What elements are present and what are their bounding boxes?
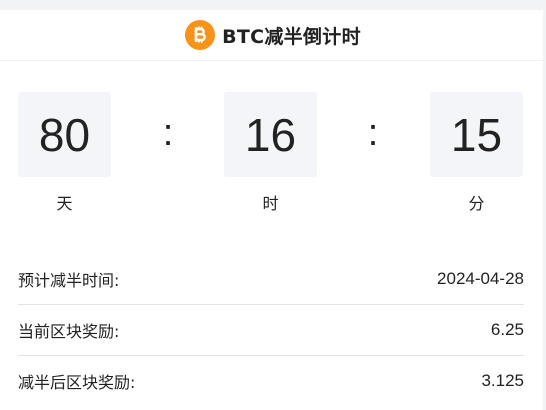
halving-info-list: 预计减半时间: 2024-04-28 当前区块奖励: 6.25 减半后区块奖励:… bbox=[18, 254, 524, 406]
bitcoin-icon bbox=[185, 20, 216, 50]
minutes-value: 15 bbox=[430, 92, 523, 177]
current-reward-label: 当前区块奖励: bbox=[18, 322, 120, 341]
current-reward-value: 6.25 bbox=[490, 320, 524, 339]
halving-date-label: 预计减半时间: bbox=[18, 271, 120, 290]
top-strip bbox=[0, 0, 546, 10]
minutes-unit: 15 分 bbox=[430, 92, 523, 214]
info-row-current-reward: 当前区块奖励: 6.25 bbox=[18, 305, 524, 356]
page-title: BTC减半倒计时 bbox=[222, 25, 361, 48]
info-row-halving-date: 预计减半时间: 2024-04-28 bbox=[18, 254, 524, 305]
separator-2: : bbox=[367, 112, 379, 154]
post-halving-reward-label: 减半后区块奖励: bbox=[18, 373, 136, 392]
halving-date-value: 2024-04-28 bbox=[437, 269, 524, 288]
header-bar: BTC减半倒计时 bbox=[0, 10, 546, 61]
post-halving-reward-value: 3.125 bbox=[481, 371, 524, 390]
halving-countdown: 80 天 : 16 时 : 15 分 bbox=[18, 92, 524, 222]
separator-1: : bbox=[162, 112, 174, 154]
days-value: 80 bbox=[18, 92, 111, 177]
days-unit: 80 天 bbox=[18, 92, 111, 214]
hours-label: 时 bbox=[262, 194, 279, 213]
days-label: 天 bbox=[56, 194, 73, 213]
info-row-post-halving-reward: 减半后区块奖励: 3.125 bbox=[18, 356, 524, 406]
hours-value: 16 bbox=[224, 92, 317, 177]
hours-unit: 16 时 bbox=[224, 92, 317, 214]
minutes-label: 分 bbox=[468, 194, 485, 213]
